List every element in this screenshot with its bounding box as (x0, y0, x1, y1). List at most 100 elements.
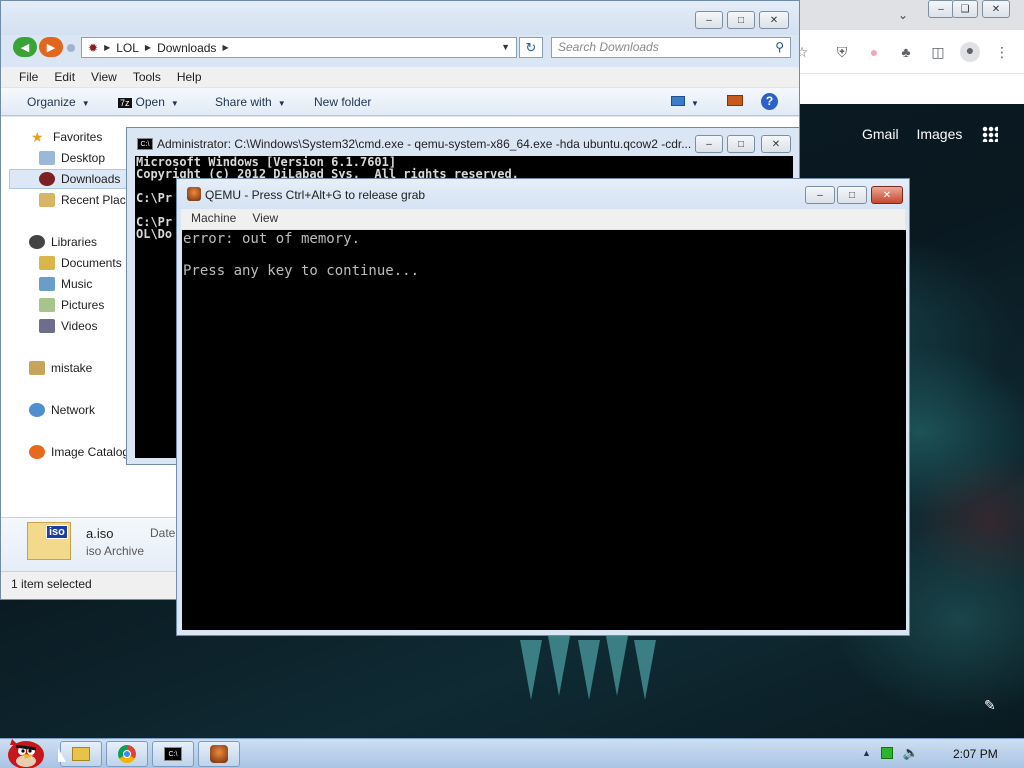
search-input[interactable]: Search Downloads ⚲ (551, 37, 791, 58)
cmd-close-button[interactable]: ✕ (761, 135, 791, 153)
breadcrumb-lol[interactable]: LOL (116, 41, 139, 55)
change-view-icon[interactable]: ▼ (671, 95, 699, 109)
new-folder-button[interactable]: New folder (314, 95, 371, 109)
tab-search-chevron-icon[interactable]: ⌄ (898, 8, 908, 22)
explorer-maximize-button[interactable]: □ (727, 11, 755, 29)
guest-screen-line: error: out of memory. (183, 231, 361, 247)
images-link[interactable]: Images (916, 126, 962, 142)
taskbar-chrome-button[interactable] (106, 741, 148, 767)
breadcrumb-separator-icon[interactable]: ▶ (222, 43, 228, 52)
breadcrumb-separator-icon[interactable]: ▶ (104, 43, 110, 52)
open-label: Open (135, 95, 165, 109)
nav-music[interactable]: Music (39, 274, 92, 294)
chevron-down-icon: ▼ (277, 99, 286, 108)
breadcrumb-separator-icon[interactable]: ▶ (145, 43, 151, 52)
nav-mistake[interactable]: mistake (29, 358, 92, 378)
cmd-minimize-button[interactable]: – (695, 135, 723, 153)
nav-image-catalog[interactable]: Image Catalog (29, 442, 129, 462)
puzzle-extensions-icon[interactable]: ♣ (898, 44, 914, 60)
refresh-icon[interactable]: ↻ (519, 37, 543, 58)
qemu-maximize-button[interactable]: □ (837, 186, 867, 204)
nav-libraries[interactable]: Libraries (29, 232, 97, 252)
taskbar-qemu-button[interactable] (198, 741, 240, 767)
side-panel-icon[interactable]: ◫ (930, 44, 946, 60)
search-icon[interactable]: ⚲ (775, 38, 784, 57)
search-placeholder: Search Downloads (558, 40, 659, 54)
date-label: Date (150, 526, 176, 540)
music-icon (39, 277, 55, 291)
address-bar[interactable]: ✹ ▶ LOL ▶ Downloads ▶ ▼ (81, 37, 517, 58)
chrome-titlebar: ⌄ – ❑ ✕ (790, 0, 1024, 30)
taskbar: C:\ ▲ 🔈 2:07 PM (0, 738, 1024, 768)
menu-view[interactable]: View (91, 67, 117, 87)
nav-downloads[interactable]: Downloads (39, 169, 120, 189)
open-button[interactable]: 7z Open ▼ (118, 95, 179, 109)
qemu-close-button[interactable]: ✕ (871, 186, 903, 204)
chrome-minimize-button[interactable]: – (928, 0, 954, 18)
nav-buttons: ◀ ▶ (13, 37, 63, 57)
breadcrumb-downloads[interactable]: Downloads (157, 41, 216, 55)
organize-label: Organize (27, 95, 76, 109)
nav-documents-label: Documents (61, 256, 122, 270)
share-with-label: Share with (215, 95, 272, 109)
pictures-icon (39, 298, 55, 312)
network-icon (29, 403, 45, 417)
cmd-maximize-button[interactable]: □ (727, 135, 755, 153)
menu-file[interactable]: File (19, 67, 38, 87)
qemu-window-title: QEMU - Press Ctrl+Alt+G to release grab (205, 188, 426, 202)
nav-favorites[interactable]: ★ Favorites (31, 127, 102, 147)
organize-button[interactable]: Organize ▼ (27, 95, 90, 109)
explorer-minimize-button[interactable]: – (695, 11, 723, 29)
preview-pane-icon[interactable] (727, 95, 743, 109)
cmd-taskbar-icon: C:\ (164, 747, 182, 761)
chrome-close-button[interactable]: ✕ (982, 0, 1010, 18)
gmail-link[interactable]: Gmail (862, 126, 899, 142)
menu-view[interactable]: View (252, 209, 278, 229)
kebab-menu-icon[interactable]: ⋮ (994, 44, 1010, 60)
nav-pictures[interactable]: Pictures (39, 295, 104, 315)
nav-videos[interactable]: Videos (39, 316, 97, 336)
nav-downloads-label: Downloads (61, 172, 121, 186)
qemu-guest-screen[interactable]: error: out of memory. Press any key to c… (182, 230, 906, 630)
clock[interactable]: 2:07 PM (953, 747, 998, 761)
nav-network[interactable]: Network (29, 400, 95, 420)
address-dropdown-icon[interactable]: ▼ (501, 42, 510, 52)
iso-archive-icon: iso (27, 522, 71, 560)
ublock-extension-icon[interactable]: ⛨ (834, 44, 850, 60)
qemu-titlebar: QEMU - Press Ctrl+Alt+G to release grab … (177, 179, 909, 209)
forward-arrow-icon[interactable]: ▶ (39, 37, 63, 57)
command-bar: Organize ▼ 7z Open ▼ Share with ▼ New folder… (1, 88, 799, 116)
help-icon[interactable]: ? (761, 93, 778, 110)
google-links: Gmail Images (862, 126, 976, 142)
menu-machine[interactable]: Machine (191, 209, 236, 229)
battery-status-icon[interactable] (880, 747, 893, 759)
flag-extension-icon[interactable]: ● (866, 44, 882, 60)
qemu-minimize-button[interactable]: – (805, 186, 835, 204)
nav-recent-places[interactable]: Recent Places (39, 190, 138, 210)
explorer-close-button[interactable]: ✕ (759, 11, 789, 29)
menu-help[interactable]: Help (177, 67, 202, 87)
menu-edit[interactable]: Edit (54, 67, 75, 87)
menu-tools[interactable]: Tools (133, 67, 161, 87)
pencil-icon[interactable]: ✎ (984, 697, 996, 714)
start-button-angry-bird-icon[interactable] (2, 733, 48, 768)
volume-icon[interactable]: 🔈 (903, 745, 919, 761)
qemu-icon (187, 187, 201, 201)
chrome-restore-button[interactable]: ❑ (952, 0, 978, 18)
profile-avatar-icon[interactable]: ● (960, 42, 980, 62)
chevron-down-icon: ▼ (691, 99, 699, 108)
show-hidden-icons-icon[interactable]: ▲ (862, 748, 871, 758)
libraries-icon (29, 235, 45, 249)
nav-documents[interactable]: Documents (39, 253, 122, 273)
lightning-icon (29, 445, 45, 459)
share-with-button[interactable]: Share with ▼ (215, 95, 286, 109)
nav-mistake-label: mistake (51, 361, 93, 375)
taskbar-explorer-button[interactable] (60, 741, 102, 767)
google-apps-grid-icon[interactable] (982, 126, 998, 142)
recent-pages-dot-icon[interactable] (67, 44, 75, 52)
nav-libraries-label: Libraries (51, 235, 98, 249)
back-arrow-icon[interactable]: ◀ (13, 37, 37, 57)
nav-videos-label: Videos (61, 319, 98, 333)
nav-desktop[interactable]: Desktop (39, 148, 105, 168)
taskbar-cmd-button[interactable]: C:\ (152, 741, 194, 767)
